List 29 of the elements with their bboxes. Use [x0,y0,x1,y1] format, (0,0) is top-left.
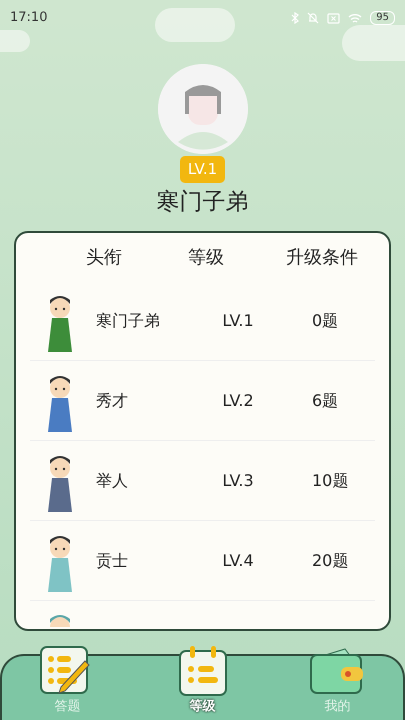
requirement-cell-text: 6题 [311,390,338,412]
bell-muted-icon [307,12,320,24]
level-cell-text: LV.3 [221,470,255,492]
scholar-figure-drawing [48,615,72,627]
bluetooth-icon [291,12,300,24]
rank-title-cell-text: 秀才 [95,390,129,412]
level-cell-text: LV.2 [221,390,255,412]
column-header: 升级条件 [285,246,359,270]
requirement-cell-text: 20题 [311,550,348,572]
rank-title: 寒门子弟 [156,188,248,216]
sim-icon [327,12,340,24]
cloud-drawing [0,30,30,52]
rank-title-cell-text: 贡士 [95,550,129,572]
level-badge: LV.1 [180,156,226,182]
requirement-cell-text: 10题 [311,470,348,492]
level-cell-text: LV.4 [221,550,255,572]
nav-tab[interactable]: 我的 [282,644,392,716]
status-time: 17:10 [10,9,48,28]
rank-title-cell-text: 举人 [95,470,129,492]
battery-level: 95 [370,11,395,25]
wifi-icon [348,12,362,24]
nav-tab[interactable]: 答题 [12,644,122,716]
level-cell-text: LV.1 [221,310,255,332]
cloud-drawing [342,25,405,61]
requirement-cell-text: 0题 [311,310,338,332]
rank-title-cell-text: 寒门子弟 [95,310,161,332]
column-header: 等级 [187,246,225,270]
nav-tab[interactable]: 等级 [148,644,258,716]
column-header: 头衔 [85,246,123,270]
